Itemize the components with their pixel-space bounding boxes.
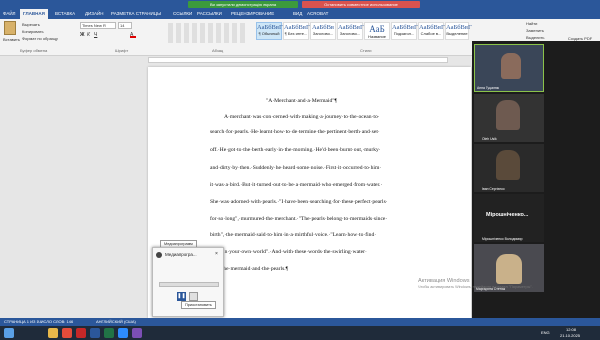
paragraph-controls[interactable] bbox=[168, 23, 248, 43]
doc-line[interactable]: A·merchant·was·con·cerned·with·making·a·… bbox=[224, 114, 464, 120]
activation-title: Активация Windows bbox=[418, 278, 470, 284]
style-title[interactable]: АаБ Название bbox=[364, 22, 390, 40]
doc-line[interactable]: took·the·mermaid·and·the·pearls.¶ bbox=[210, 266, 450, 272]
doc-line[interactable]: for·so·long",·murmured·the·merchant.·"Th… bbox=[210, 216, 450, 222]
title-bar bbox=[0, 0, 600, 9]
font-group-label: Шрифт bbox=[115, 48, 129, 53]
participant-tile[interactable]: Oleh Usik bbox=[474, 94, 544, 142]
participant-avatar bbox=[501, 53, 521, 79]
viber-icon[interactable] bbox=[132, 328, 142, 338]
replace-button[interactable]: Заменить bbox=[526, 28, 544, 33]
chrome-icon[interactable] bbox=[62, 328, 72, 338]
italic-button[interactable]: К bbox=[87, 32, 90, 38]
paragraph-group-label: Абзац bbox=[212, 48, 224, 53]
cut-button[interactable]: Вырезать bbox=[22, 22, 40, 27]
tab-references[interactable]: ССЫЛКИ bbox=[170, 9, 195, 19]
word-icon[interactable] bbox=[90, 328, 100, 338]
participant-tile[interactable]: Іван Сергієнко bbox=[474, 144, 544, 192]
pause-tooltip: Приостановить bbox=[181, 301, 216, 309]
style-heading-2[interactable]: АаБбВвГ Заголово... bbox=[337, 22, 364, 40]
participant-name: Анна Гуцалюк bbox=[477, 86, 499, 90]
recorder-timeline bbox=[159, 282, 219, 287]
paste-icon[interactable] bbox=[4, 21, 16, 35]
input-language[interactable]: ENG bbox=[541, 330, 550, 335]
tab-review[interactable]: РЕЦЕНЗИРОВАНИЕ bbox=[228, 9, 277, 19]
styles-group-label: Стили bbox=[360, 48, 372, 53]
clipboard-group-label: Буфер обмена bbox=[20, 48, 48, 53]
screen-share-banner: Ви запустили демонстрацію екрана bbox=[188, 1, 298, 8]
font-size-select[interactable]: 14 bbox=[118, 22, 132, 29]
horizontal-ruler[interactable] bbox=[148, 57, 448, 63]
font-name-select[interactable]: Times New R bbox=[80, 22, 116, 29]
tab-layout[interactable]: РАЗМЕТКА СТРАНИЦЫ bbox=[108, 9, 164, 19]
explorer-icon[interactable] bbox=[48, 328, 58, 338]
participant-avatar bbox=[496, 100, 520, 130]
doc-line[interactable]: birth",·the·mermaid·said·to·him·in·a·mir… bbox=[210, 232, 450, 238]
doc-title[interactable]: "A·Merchant·and·a·Mermaid"¶ bbox=[266, 98, 426, 104]
recorder-close-icon[interactable]: × bbox=[215, 251, 218, 257]
pause-button[interactable]: ❚❚ bbox=[177, 292, 186, 301]
participant-name: Oleh Usik bbox=[482, 137, 497, 141]
style-subtitle[interactable]: АаБбВвГ Подзагол... bbox=[391, 22, 418, 40]
style-normal[interactable]: АаБбВвГ ¶ Обычный bbox=[256, 22, 283, 40]
tab-acrobat[interactable]: ACROBAT bbox=[304, 9, 331, 19]
style-emphasis[interactable]: АаБбВвГ Выделение bbox=[445, 22, 472, 40]
style-heading-1[interactable]: АаБбВв Заголово... bbox=[310, 22, 336, 40]
recorder-title: Медиапрогра... bbox=[165, 252, 197, 257]
doc-line[interactable]: them·in·your·own·world".·And·with·these·… bbox=[210, 249, 450, 255]
acrobat-icon[interactable] bbox=[76, 328, 86, 338]
style-subtle-emphasis[interactable]: АаБбВвГ Слабое в... bbox=[418, 22, 445, 40]
clock-time[interactable]: 12:08 bbox=[566, 327, 576, 332]
style-no-spacing[interactable]: АаБбВвГ ¶ Без инте... bbox=[283, 22, 310, 40]
participant-tile[interactable]: Анна Гуцалюк bbox=[474, 44, 544, 92]
format-painter-button[interactable]: Формат по образцу bbox=[22, 36, 58, 41]
windows-activation-watermark: Активация Windows Чтобы активировать Win… bbox=[418, 278, 588, 289]
underline-button[interactable]: Ч bbox=[94, 32, 97, 38]
font-color-icon[interactable]: A bbox=[130, 32, 136, 38]
excel-icon[interactable] bbox=[104, 328, 114, 338]
tab-mailings[interactable]: РАССЫЛКИ bbox=[194, 9, 225, 19]
participant-name: Мірошніченко Володимир bbox=[482, 237, 523, 241]
doc-line[interactable]: off.·He·got·to·the·berth·early·in·the·mo… bbox=[210, 147, 450, 153]
paste-button[interactable]: Вставить bbox=[3, 37, 20, 42]
tab-home[interactable]: ГЛАВНАЯ bbox=[20, 9, 48, 19]
select-button[interactable]: Выделить bbox=[526, 35, 544, 40]
doc-line[interactable]: and·dirty·by·then.·Suddenly·he·heard·som… bbox=[210, 165, 450, 171]
activation-subtitle: Чтобы активировать Windows, перейдите в … bbox=[418, 285, 533, 289]
find-button[interactable]: Найти bbox=[526, 21, 537, 26]
participant-avatar bbox=[496, 150, 520, 180]
tab-file[interactable]: ФАЙЛ bbox=[0, 9, 19, 19]
stop-button[interactable] bbox=[189, 292, 198, 301]
page-count[interactable]: СТРАНИЦА 1 ИЗ 1 bbox=[4, 318, 39, 326]
taskbar: ENG 12:08 21.10.2025 bbox=[0, 326, 600, 340]
clock-date[interactable]: 21.10.2025 bbox=[560, 333, 580, 338]
bold-button[interactable]: Ж bbox=[80, 32, 85, 38]
tab-insert[interactable]: ВСТАВКА bbox=[52, 9, 78, 19]
record-icon bbox=[156, 252, 162, 258]
status-bar: СТРАНИЦА 1 ИЗ 1 ЧИСЛО СЛОВ: 146 АНГЛИЙСК… bbox=[0, 318, 600, 326]
word-count[interactable]: ЧИСЛО СЛОВ: 146 bbox=[38, 318, 73, 326]
doc-line[interactable]: it·was·a·bird.·But·it·turned·out·to·be·a… bbox=[210, 182, 450, 188]
participant-tile[interactable]: Мірошніченко... Мірошніченко Володимир bbox=[474, 194, 544, 242]
tab-view[interactable]: ВИД bbox=[290, 9, 305, 19]
participant-name: Іван Сергієнко bbox=[482, 187, 505, 191]
zoom-icon[interactable] bbox=[118, 328, 128, 338]
doc-line[interactable]: She·was·adorned·with·pearls.·"I·have·bee… bbox=[210, 199, 450, 205]
tab-design[interactable]: ДИЗАЙН bbox=[82, 9, 107, 19]
stop-sharing-button[interactable]: Остановить совместное использование bbox=[302, 1, 420, 8]
windows-start-icon[interactable] bbox=[4, 328, 14, 338]
copy-button[interactable]: Копировать bbox=[22, 29, 44, 34]
participant-display-name: Мірошніченко... bbox=[486, 212, 529, 218]
doc-line[interactable]: search·for·pearls.·He·learnt·how·to·de·t… bbox=[210, 129, 450, 135]
language-indicator[interactable]: АНГЛИЙСКИЙ (США) bbox=[96, 318, 136, 326]
